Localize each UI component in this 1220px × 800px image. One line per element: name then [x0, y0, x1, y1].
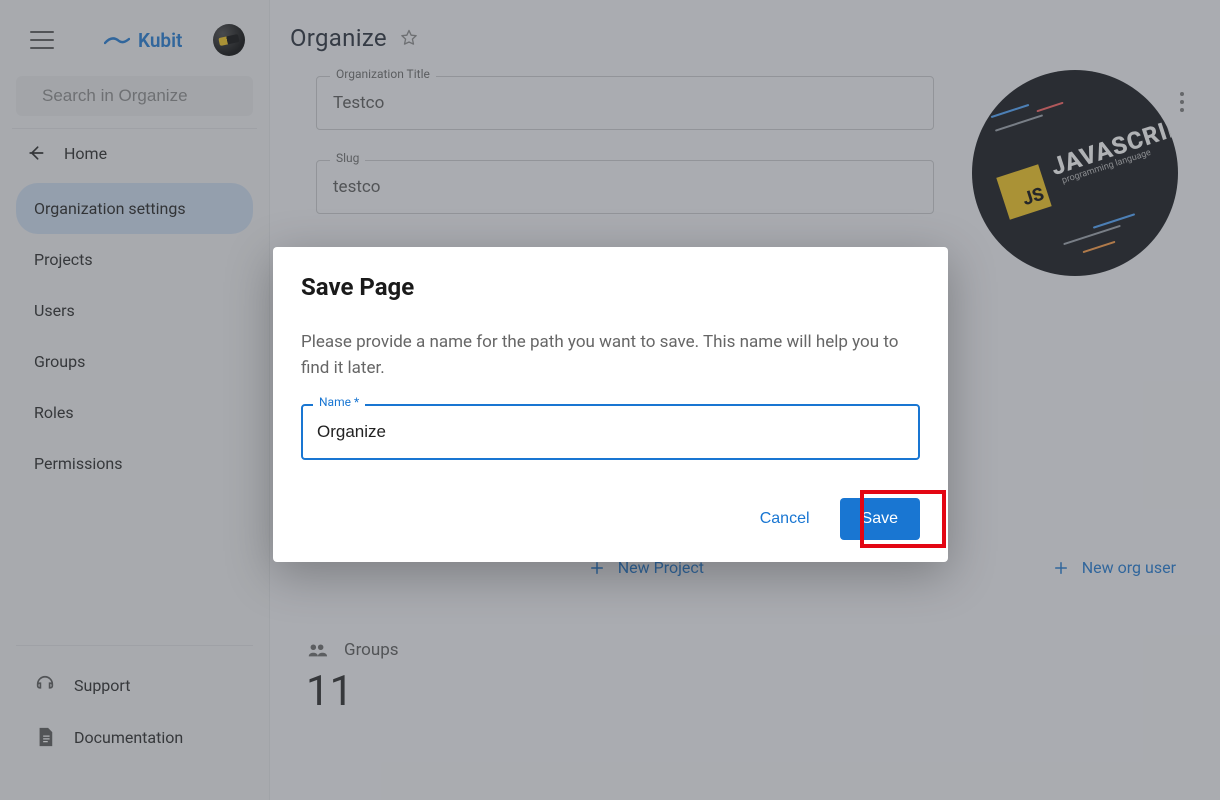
modal-name-label: Name * — [313, 395, 365, 409]
modal-actions: Cancel Save — [301, 498, 920, 540]
modal-name-input[interactable] — [301, 404, 920, 460]
modal-title: Save Page — [301, 273, 920, 301]
save-page-modal: Save Page Please provide a name for the … — [273, 247, 948, 562]
save-button[interactable]: Save — [840, 498, 920, 540]
cancel-button[interactable]: Cancel — [746, 500, 824, 538]
modal-body: Please provide a name for the path you w… — [301, 329, 920, 382]
modal-name-field[interactable]: Name * — [301, 404, 920, 460]
